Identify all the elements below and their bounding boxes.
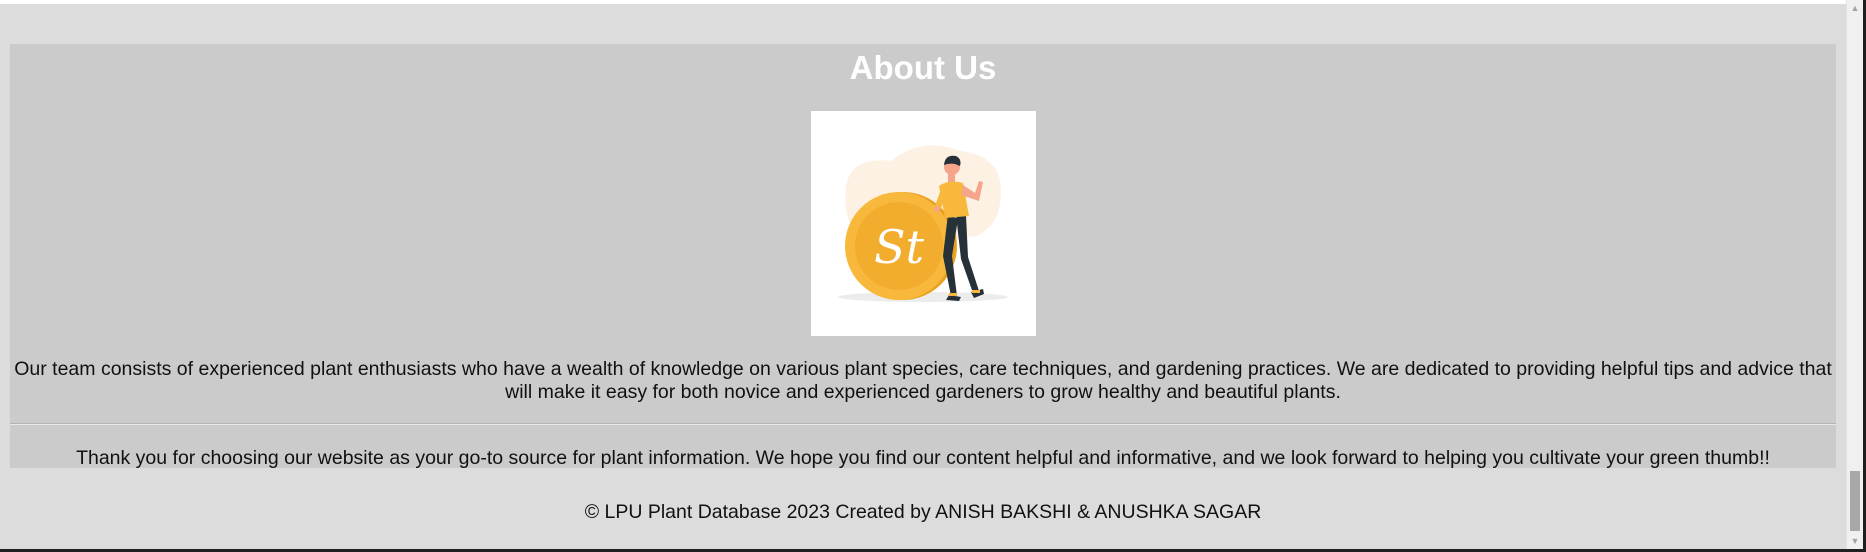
scroll-down-icon[interactable]: ▼: [1847, 533, 1863, 549]
footer-copyright: © LPU Plant Database 2023 Created by ANI…: [584, 501, 1262, 523]
scrollbar-thumb[interactable]: [1850, 471, 1860, 531]
section-divider: [10, 423, 1836, 425]
about-image: St: [811, 111, 1036, 336]
about-section: About Us St Our team consists of experie…: [10, 44, 1836, 469]
thanks-paragraph: Thank you for choosing our website as yo…: [76, 447, 1770, 469]
about-paragraph: Our team consists of experienced plant e…: [14, 358, 1832, 403]
coin-person-illustration-icon: St: [838, 145, 1008, 302]
coin-letters: St: [874, 220, 925, 274]
about-title: About Us: [849, 49, 997, 86]
page-viewport: About Us St Our team consists of experie…: [0, 0, 1846, 549]
scroll-up-icon[interactable]: ▲: [1847, 0, 1863, 16]
vertical-scrollbar[interactable]: ▲ ▼: [1846, 0, 1863, 549]
